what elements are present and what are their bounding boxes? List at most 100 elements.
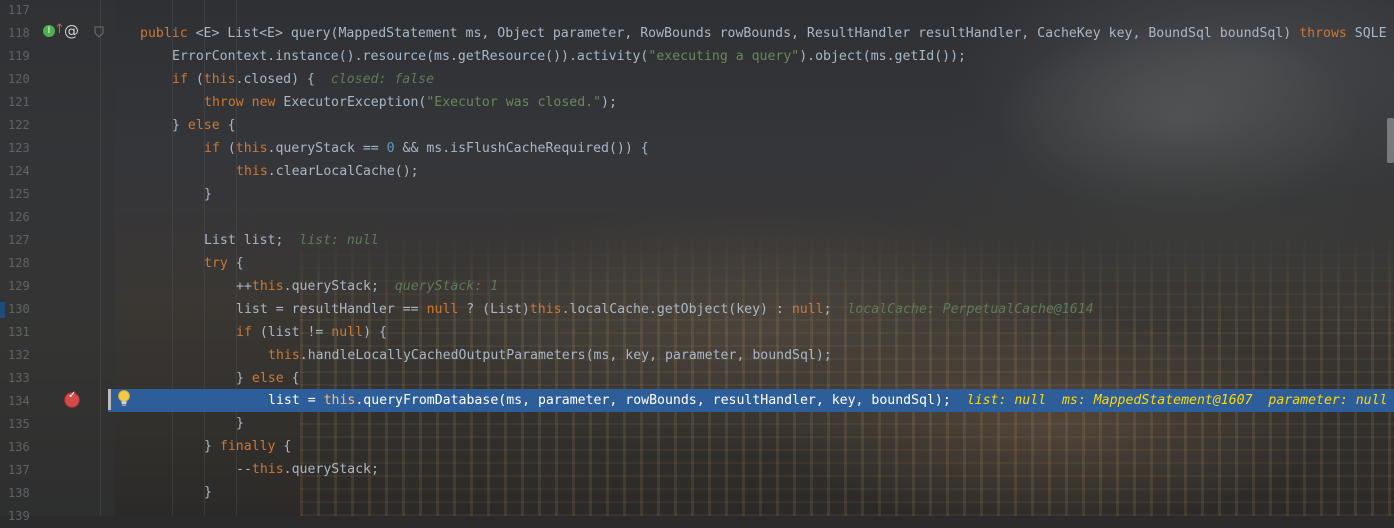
gutter-line[interactable]: 139 xyxy=(0,505,115,528)
code-text: ).object(ms.getId()); xyxy=(799,49,966,64)
lightbulb-icon[interactable] xyxy=(117,389,131,409)
gutter-line[interactable]: 129 xyxy=(0,275,115,298)
code-text: .handleLocallyCachedOutputParameters(ms,… xyxy=(299,348,832,363)
code-text: .clearLocalCache(); xyxy=(267,164,419,179)
keyword: this xyxy=(268,348,300,363)
breakpoint-check-icon: ✓ xyxy=(68,390,77,401)
line-number: 128 xyxy=(8,256,30,270)
gutter-line[interactable]: 123 xyxy=(0,137,115,160)
keyword: if xyxy=(236,325,252,340)
change-marker xyxy=(0,302,5,318)
code-line-135[interactable]: } xyxy=(236,412,1394,435)
code-line-118[interactable]: public <E> List<E> query(MappedStatement… xyxy=(140,22,1394,45)
at-annotation-icon[interactable]: @ xyxy=(64,22,79,40)
line-number: 121 xyxy=(8,95,30,109)
code-text: } xyxy=(236,416,244,431)
code-text: } xyxy=(204,485,212,500)
code-text: ErrorContext.instance().resource(ms.getR… xyxy=(172,49,649,64)
line-number: 117 xyxy=(8,3,30,17)
gutter-line[interactable]: 134 xyxy=(0,390,115,413)
code-line-133[interactable]: } else { xyxy=(236,367,1394,390)
keyword: null xyxy=(426,302,459,317)
code-text: ExecutorException( xyxy=(275,95,427,110)
line-number: 135 xyxy=(8,417,30,431)
keyword: this xyxy=(251,462,284,477)
gutter-line[interactable]: 135 xyxy=(0,413,115,436)
line-number: 119 xyxy=(8,49,30,63)
code-line-121[interactable]: throw new ExecutorException("Executor wa… xyxy=(204,91,1394,114)
gutter-line[interactable]: 126 xyxy=(0,206,115,229)
code-text: ); xyxy=(601,95,617,110)
code-text: SQLE xyxy=(1346,26,1387,41)
code-line-120[interactable]: if (this.closed) { closed: false xyxy=(172,68,1394,91)
string-literal: "Executor was closed." xyxy=(426,95,602,110)
code-line-131[interactable]: if (list != null) { xyxy=(236,321,1394,344)
code-line-127[interactable]: List list; list: null xyxy=(204,229,1394,252)
current-execution-line[interactable]: list = this.queryFromDatabase(ms, parame… xyxy=(108,389,1394,412)
code-line-125[interactable]: } xyxy=(204,183,1394,206)
code-line-122[interactable]: } else { xyxy=(172,114,1394,137)
code-line-130[interactable]: list = resultHandler == null ? (List)thi… xyxy=(236,298,1394,321)
keyword: finally xyxy=(219,439,276,454)
gutter-line[interactable]: 121 xyxy=(0,91,115,114)
code-line-132[interactable]: this.handleLocallyCachedOutputParameters… xyxy=(268,344,1394,367)
gutter-line[interactable]: 132 xyxy=(0,344,115,367)
keyword: else xyxy=(251,371,284,386)
code-line-123[interactable]: if (this.queryStack == 0 && ms.isFlushCa… xyxy=(204,137,1394,160)
code-text: -- xyxy=(236,462,252,477)
gutter-line[interactable]: 122 xyxy=(0,114,115,137)
vertical-scrollbar-thumb[interactable] xyxy=(1387,118,1394,163)
fold-marker-icon[interactable] xyxy=(93,26,105,38)
inline-debug-value: localCache: PerpetualCache@1614 xyxy=(847,302,1094,317)
number-literal: 0 xyxy=(386,141,395,156)
code-text: } xyxy=(204,187,212,202)
inline-debug-value: list: null ms: MappedStatement@1607 para… xyxy=(966,393,1388,408)
gutter-line[interactable]: 130 xyxy=(0,298,115,321)
line-number: 139 xyxy=(8,509,30,523)
line-number: 123 xyxy=(8,141,30,155)
code-line-128[interactable]: try { xyxy=(204,252,1394,275)
code-text: ; xyxy=(823,302,848,317)
code-line-129[interactable]: ++this.queryStack; queryStack: 1 xyxy=(236,275,1394,298)
inline-debug-value: closed: false xyxy=(330,72,435,87)
code-line-124[interactable]: this.clearLocalCache(); xyxy=(236,160,1394,183)
gutter-line[interactable]: 133 xyxy=(0,367,115,390)
code-text: .closed) { xyxy=(235,72,331,87)
code-text: list = resultHandler == xyxy=(236,302,427,317)
keyword: this xyxy=(203,72,236,87)
gutter-line[interactable]: 128 xyxy=(0,252,115,275)
code-editor[interactable]: public <E> List<E> query(MappedStatement… xyxy=(108,0,1394,516)
keyword: this xyxy=(323,393,356,408)
gutter-line[interactable]: 131 xyxy=(0,321,115,344)
code-text: ( xyxy=(187,72,204,87)
keyword: new xyxy=(251,95,276,110)
code-line-119[interactable]: ErrorContext.instance().resource(ms.getR… xyxy=(172,45,1394,68)
gutter-line[interactable]: 137 xyxy=(0,459,115,482)
gutter-line[interactable]: 117 xyxy=(0,0,115,22)
gutter-line[interactable]: 119 xyxy=(0,45,115,68)
code-text: { xyxy=(227,256,244,271)
line-number: 131 xyxy=(8,325,30,339)
line-number: 133 xyxy=(8,371,30,385)
line-number: 130 xyxy=(8,302,30,316)
code-line-137[interactable]: --this.queryStack; xyxy=(236,458,1394,481)
line-number: 122 xyxy=(8,118,30,132)
gutter-line[interactable]: 138 xyxy=(0,482,115,505)
line-number: 126 xyxy=(8,210,30,224)
gutter-line[interactable]: 136 xyxy=(0,436,115,459)
keyword: null xyxy=(331,325,364,340)
line-number: 134 xyxy=(8,394,30,408)
keyword: this xyxy=(235,141,268,156)
code-text: .queryFromDatabase(ms, parameter, rowBou… xyxy=(355,393,967,408)
gutter-line[interactable]: 120 xyxy=(0,68,115,91)
gutter-line[interactable]: 127 xyxy=(0,229,115,252)
code-line-138[interactable]: } xyxy=(204,481,1394,504)
line-number: 118 xyxy=(8,26,30,40)
gutter-line[interactable]: 125 xyxy=(0,183,115,206)
gutter-line[interactable]: 124 xyxy=(0,160,115,183)
line-number: 136 xyxy=(8,440,30,454)
editor-gutter[interactable]: 117 118 119 120 121 122 123 124 125 126 127 128 129 1… xyxy=(0,0,115,523)
code-line-136[interactable]: } finally { xyxy=(204,435,1394,458)
line-number: 129 xyxy=(8,279,30,293)
